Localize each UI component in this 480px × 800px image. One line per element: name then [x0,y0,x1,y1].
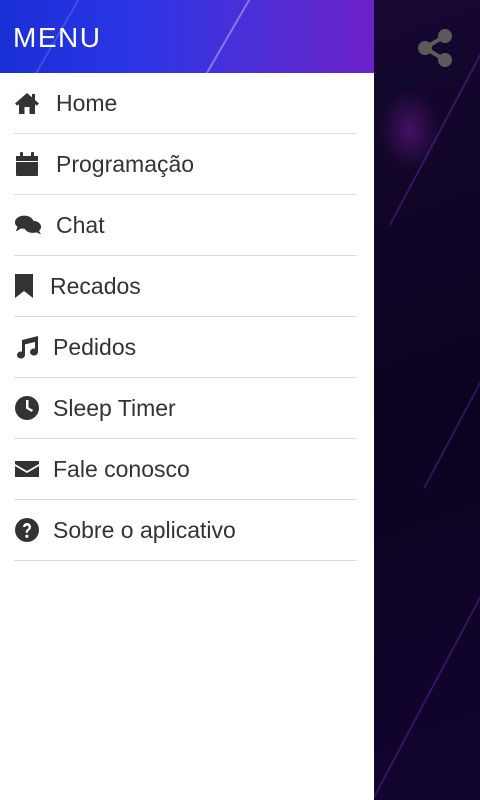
clock-icon [14,394,42,422]
menu-item-label: Home [56,89,118,116]
calendar-icon [14,150,42,178]
menu-item-label: Chat [56,211,105,238]
menu-item-pedidos[interactable]: Pedidos [14,317,357,378]
share-button[interactable] [416,28,454,68]
bookmark-icon [14,272,42,300]
menu-item-chat[interactable]: Chat [14,195,357,256]
menu-item-label: Recados [50,272,141,299]
menu-item-label: Fale conosco [53,455,190,482]
menu-item-label: Pedidos [53,333,137,360]
background-streak [369,574,480,800]
menu-item-fale-conosco[interactable]: Fale conosco [14,439,357,500]
menu-item-label: Sleep Timer [53,394,176,421]
header-streak [195,0,257,73]
background-glow [380,90,440,170]
drawer-header: MENU [0,0,374,73]
menu-item-home[interactable]: Home [14,73,357,134]
drawer-title: MENU [13,22,102,53]
navigation-drawer: MENU Home Programação Chat Recados Pedid… [0,0,374,800]
menu-item-label: Programação [56,150,195,177]
home-icon [14,89,42,117]
background-streak [423,311,480,489]
menu-item-sleep-timer[interactable]: Sleep Timer [14,378,357,439]
menu-item-label: Sobre o aplicativo [53,516,236,543]
menu-list: Home Programação Chat Recados Pedidos Sl… [0,73,374,561]
menu-item-recados[interactable]: Recados [14,256,357,317]
envelope-icon [14,455,42,483]
question-circle-icon [14,516,42,544]
chat-icon [14,211,42,239]
music-note-icon [14,333,42,361]
menu-item-programacao[interactable]: Programação [14,134,357,195]
menu-item-sobre[interactable]: Sobre o aplicativo [14,500,357,561]
share-icon [418,29,452,67]
